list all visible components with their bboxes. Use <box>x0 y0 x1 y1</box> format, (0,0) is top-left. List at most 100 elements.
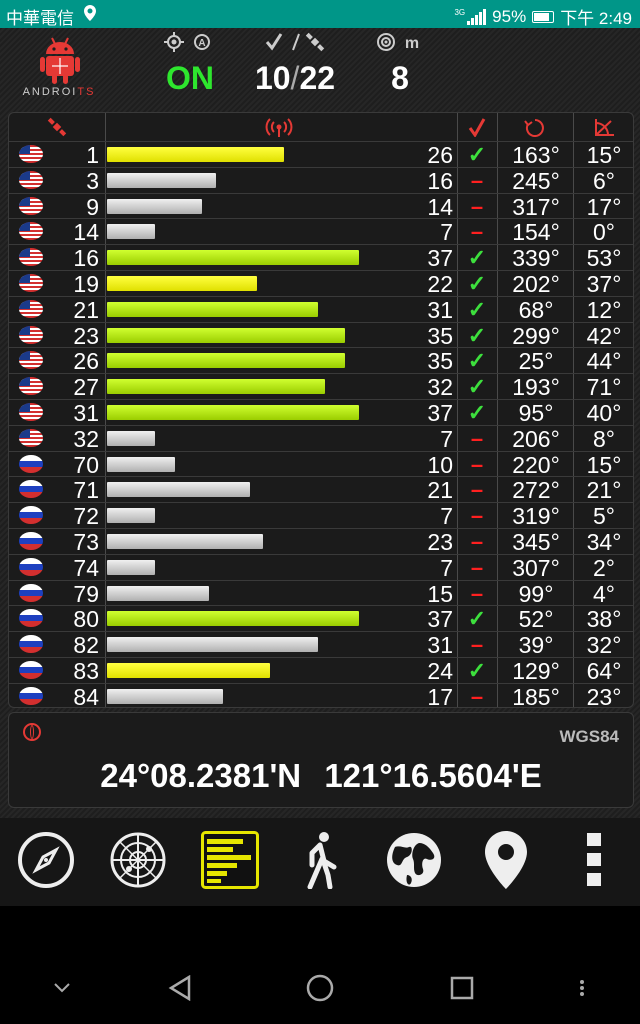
table-row: 84 17– 185° 23° <box>9 682 633 710</box>
accuracy-value: 8 <box>391 60 409 96</box>
azimuth-value: 154° <box>512 219 560 246</box>
elevation-value: 12° <box>586 296 622 323</box>
azimuth-value: 39° <box>518 632 554 659</box>
snr-value: 37 <box>427 399 453 426</box>
chevron-down-icon[interactable] <box>42 968 82 1008</box>
header: ANDROITS A ON 10/22 m 8 <box>0 28 640 108</box>
radar-icon[interactable] <box>108 830 168 890</box>
russia-flag-icon <box>19 686 43 705</box>
elevation-value: 6° <box>593 167 615 194</box>
snr-bar <box>107 559 155 575</box>
used-check-icon: ✓ <box>467 270 487 296</box>
system-nav-bar <box>0 950 640 1024</box>
back-icon[interactable] <box>160 968 200 1008</box>
snr-value: 31 <box>427 632 453 659</box>
compass-icon[interactable] <box>16 830 76 890</box>
azimuth-value: 129° <box>512 657 560 684</box>
battery-icon <box>532 10 555 23</box>
elevation-value: 34° <box>586 528 622 555</box>
table-header <box>9 113 633 141</box>
snr-bar <box>107 585 209 601</box>
us-flag-icon <box>19 170 43 189</box>
table-row: 74 7– 307° 2° <box>9 553 633 581</box>
snr-value: 37 <box>427 606 453 633</box>
snr-bar <box>107 637 318 653</box>
used-check-icon: ✓ <box>467 606 487 632</box>
table-row: 71 21– 272° 21° <box>9 476 633 504</box>
elevation-icon <box>585 117 625 139</box>
android-robot-icon <box>40 37 80 84</box>
signal-bars-icon[interactable] <box>200 830 260 890</box>
table-row: 23 35 ✓ 299° 42° <box>9 321 633 349</box>
satellite-rows: 1 26 ✓ 163° 15° 3 16–245° 6° 9 14–317° 17° 14 7–154°… <box>9 141 633 710</box>
not-used-dash-icon: – <box>470 580 484 606</box>
snr-bar <box>107 611 359 627</box>
snr-value: 7 <box>440 425 453 452</box>
snr-bar <box>107 404 359 420</box>
satellites-total: 22 <box>299 60 336 96</box>
russia-flag-icon <box>19 583 43 602</box>
russia-flag-icon <box>19 454 43 473</box>
app-content: ANDROITS A ON 10/22 m 8 1 26 ✓ 163° 15° … <box>0 28 640 906</box>
recent-apps-icon[interactable] <box>442 968 482 1008</box>
azimuth-value: 220° <box>512 451 560 478</box>
more-icon[interactable] <box>564 830 624 890</box>
table-row: 83 24 ✓ 129° 64° <box>9 656 633 684</box>
azimuth-value: 206° <box>512 425 560 452</box>
table-row: 1 26 ✓ 163° 15° <box>9 141 633 168</box>
not-used-dash-icon: – <box>470 167 484 193</box>
snr-value: 7 <box>440 554 453 581</box>
not-used-dash-icon: – <box>470 503 484 529</box>
satellite-prn: 21 <box>73 296 99 323</box>
azimuth-value: 245° <box>512 167 560 194</box>
satellite-prn: 27 <box>73 374 99 401</box>
elevation-value: 40° <box>586 399 622 426</box>
map-pin-icon[interactable] <box>476 830 536 890</box>
table-row: 14 7– 154° 0° <box>9 218 633 246</box>
satellite-prn: 19 <box>73 270 99 297</box>
not-used-dash-icon: – <box>470 451 484 477</box>
elevation-value: 2° <box>593 554 615 581</box>
snr-value: 21 <box>427 477 453 504</box>
home-icon[interactable] <box>300 968 340 1008</box>
azimuth-value: 163° <box>512 142 560 168</box>
snr-value: 23 <box>427 528 453 555</box>
elevation-value: 15° <box>586 451 622 478</box>
used-check-icon: ✓ <box>467 399 487 425</box>
us-flag-icon <box>19 351 43 370</box>
satellite-prn: 1 <box>86 142 99 168</box>
used-check-icon: ✓ <box>467 322 487 348</box>
table-row: 26 35 ✓ 25° 44° <box>9 347 633 375</box>
svg-text:A: A <box>198 38 205 49</box>
elevation-value: 0° <box>593 219 615 246</box>
svg-text:m: m <box>405 35 419 52</box>
not-used-dash-icon: – <box>470 683 484 709</box>
table-row: 79 15– 99° 4° <box>9 579 633 607</box>
table-row: 72 7– 319° 5° <box>9 502 633 529</box>
satellite-prn: 9 <box>86 193 99 220</box>
azimuth-value: 339° <box>512 245 560 272</box>
satellite-icon <box>39 117 75 139</box>
snr-value: 16 <box>427 167 453 194</box>
snr-bar <box>107 533 263 549</box>
used-check-icon: ✓ <box>467 374 487 400</box>
russia-flag-icon <box>19 635 43 654</box>
snr-value: 17 <box>427 683 453 710</box>
signal-strength-icon <box>467 8 487 25</box>
accuracy-column: m 8 <box>360 32 440 97</box>
globe-icon[interactable] <box>384 830 444 890</box>
azimuth-value: 25° <box>518 348 554 375</box>
snr-bar <box>107 327 345 343</box>
snr-value: 37 <box>427 245 453 272</box>
us-flag-icon <box>19 377 43 396</box>
table-row: 16 37 ✓ 339° 53° <box>9 244 633 272</box>
satellite-prn: 26 <box>73 348 99 375</box>
elevation-value: 8° <box>593 425 615 452</box>
walking-icon[interactable] <box>292 830 352 890</box>
not-used-dash-icon: – <box>470 632 484 658</box>
satellite-prn: 84 <box>73 683 99 710</box>
more-vertical-icon[interactable] <box>562 968 602 1008</box>
satellite-prn: 14 <box>73 219 99 246</box>
snr-value: 31 <box>427 296 453 323</box>
gps-status-column: A ON <box>150 32 230 97</box>
